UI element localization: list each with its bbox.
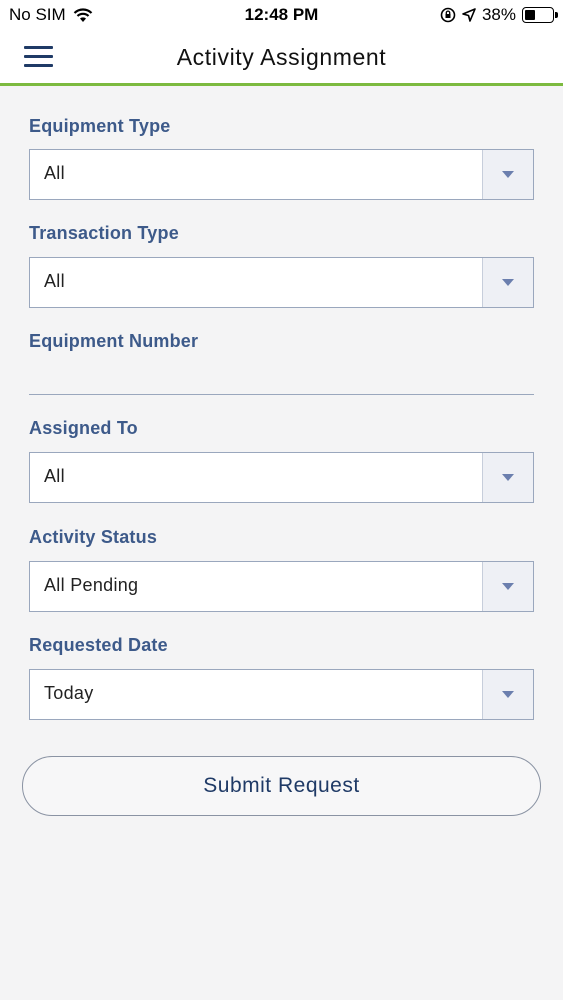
activity-status-toggle[interactable] [482,562,533,611]
submit-request-button[interactable]: Submit Request [22,756,541,816]
equipment-type-select[interactable]: All [29,149,534,200]
location-arrow-icon [462,8,476,22]
equipment-type-value: All [44,163,65,183]
chevron-down-icon [502,474,514,481]
app-header: Activity Assignment [0,30,563,86]
page-title: Activity Assignment [176,44,387,70]
activity-status-label: Activity Status [29,527,158,547]
battery-percent: 38% [481,5,516,24]
status-right: 38% [440,5,558,25]
transaction-type-value: All [44,271,65,291]
assigned-to-value: All [44,466,65,486]
equipment-type-toggle[interactable] [482,150,533,199]
chevron-down-icon [502,691,514,698]
battery-tip [555,12,558,18]
orientation-lock-icon [440,7,456,23]
chevron-down-icon [502,279,514,286]
chevron-down-icon [502,171,514,178]
assigned-to-label: Assigned To [29,418,138,438]
transaction-type-toggle[interactable] [482,258,533,307]
assigned-to-select[interactable]: All [29,452,534,503]
equipment-number-input[interactable] [29,351,534,395]
equipment-number-label: Equipment Number [29,331,199,351]
activity-status-select[interactable]: All Pending [29,561,534,612]
equipment-type-label: Equipment Type [29,116,171,136]
requested-date-select[interactable]: Today [29,669,534,720]
assigned-to-toggle[interactable] [482,453,533,502]
requested-date-value: Today [44,683,94,703]
requested-date-label: Requested Date [29,635,168,655]
battery-fill [525,10,535,20]
chevron-down-icon [502,583,514,590]
requested-date-toggle[interactable] [482,670,533,719]
battery-icon [522,7,558,23]
submit-request-label: Submit Request [203,774,360,797]
transaction-type-select[interactable]: All [29,257,534,308]
transaction-type-label: Transaction Type [29,223,179,243]
activity-status-value: All Pending [44,575,139,595]
status-bar: No SIM 12:48 PM 38% [0,0,563,30]
